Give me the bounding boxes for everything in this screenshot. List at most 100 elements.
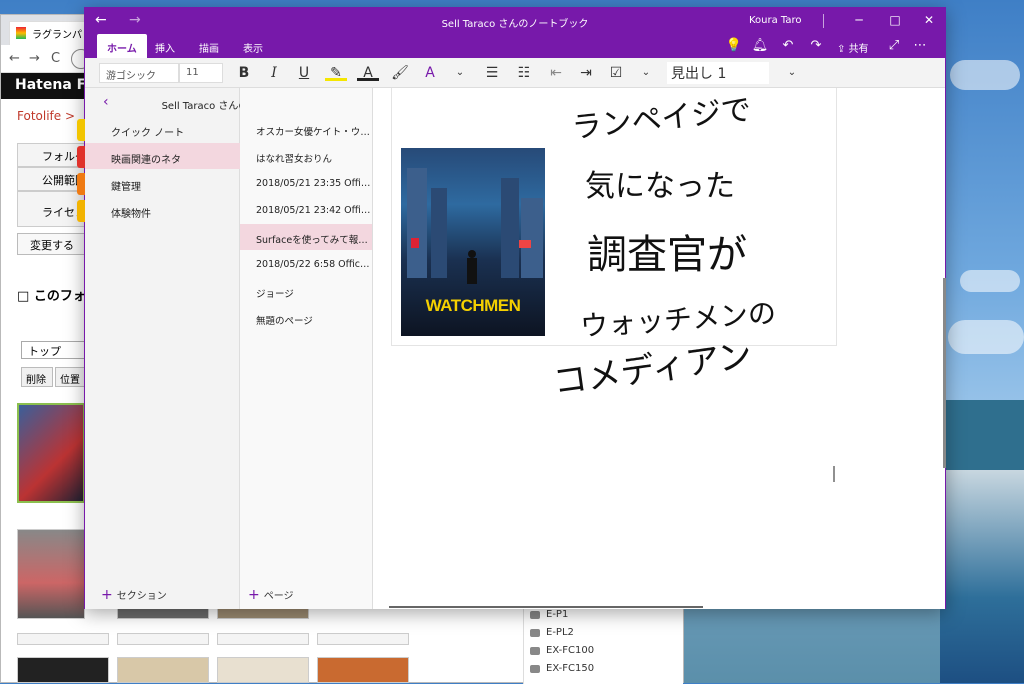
breadcrumb[interactable]: Fotolife >	[17, 109, 75, 123]
camera-list-item[interactable]: E-PL2	[530, 627, 574, 638]
photo-thumbnail[interactable]	[17, 633, 109, 645]
poster-title: WATCHMEN	[425, 296, 521, 315]
change-button[interactable]: 変更する	[17, 233, 87, 255]
font-name-box[interactable]: 游ゴシック	[99, 63, 179, 83]
page-item[interactable]: はなれ習女おりん	[240, 143, 372, 169]
camera-list-item[interactable]: EX-FC150	[530, 663, 594, 674]
more-icon[interactable]: ⋯	[911, 38, 929, 53]
section-item[interactable]: クイック ノート	[77, 116, 240, 142]
add-section-label: セクション	[116, 591, 167, 602]
share-label: 共有	[848, 44, 869, 55]
photo-thumbnail[interactable]	[117, 657, 209, 683]
title-bar: ← → Sell Taraco さんのノートブック Koura Taro ─ □…	[85, 8, 945, 34]
section-list: ‹ Sell Taraco さんのノートブック クイック ノート 映画関連のネタ…	[77, 88, 367, 609]
add-section-button[interactable]: + セクション	[101, 587, 167, 603]
horizontal-scrollbar[interactable]	[389, 606, 703, 608]
fullscreen-icon[interactable]: ⤢	[885, 38, 903, 53]
section-color-tab	[77, 173, 85, 195]
favicon-icon	[16, 27, 26, 39]
page-item[interactable]: ジョージ	[240, 278, 372, 304]
share-icon: ⇪	[837, 44, 849, 55]
font-color-icon[interactable]: A	[357, 63, 379, 81]
page-item[interactable]: 無題のページ	[240, 305, 372, 331]
poster-image[interactable]: WATCHMEN	[401, 148, 545, 336]
bullet-list-icon[interactable]: ☰	[481, 63, 503, 83]
photo-thumbnail[interactable]	[217, 633, 309, 645]
undo-icon[interactable]: ↶	[779, 38, 797, 53]
checkbox-tag-icon[interactable]: ☑	[605, 63, 627, 83]
section-item[interactable]: 映画関連のネタ	[77, 143, 240, 169]
chevron-down-icon[interactable]: ⌄	[635, 63, 657, 83]
section-label: 鍵管理	[111, 182, 141, 193]
format-toolbar: 游ゴシック 11 B I U ✎ A 🖌︎ A ⌄ ☰ ☷ ⇤ ⇥ ☑ ⌄ 見出…	[85, 58, 945, 88]
tab-insert[interactable]: 挿入	[155, 40, 175, 55]
camera-list-item[interactable]: E-P1	[530, 609, 568, 620]
section-label: 映画関連のネタ	[111, 155, 181, 166]
photo-thumbnail[interactable]	[317, 633, 409, 645]
page-item[interactable]: Surfaceを使ってみて報告…	[240, 224, 372, 250]
desktop-sea	[940, 400, 1024, 470]
section-item[interactable]: 鍵管理	[77, 170, 240, 196]
numbered-list-icon[interactable]: ☷	[513, 63, 535, 83]
bell-icon[interactable]: 🔔︎	[751, 38, 769, 53]
clear-format-icon[interactable]: A	[419, 63, 441, 83]
tab-draw[interactable]: 描画	[199, 40, 219, 55]
indent-icon[interactable]: ⇥	[575, 63, 597, 83]
highlight-icon[interactable]: ✎	[325, 63, 347, 81]
back-icon[interactable]: ←	[9, 51, 20, 66]
photo-thumbnail[interactable]	[17, 403, 85, 503]
forward-icon[interactable]: →	[29, 51, 40, 66]
plus-icon: +	[101, 587, 113, 603]
vertical-scrollbar[interactable]	[943, 278, 946, 468]
user-name[interactable]: Koura Taro	[749, 15, 802, 26]
title-separator	[823, 14, 824, 28]
section-label: 体験物件	[111, 209, 151, 220]
section-item[interactable]: 体験物件	[77, 197, 240, 223]
close-icon[interactable]: ✕	[919, 13, 939, 27]
add-page-label: ページ	[263, 591, 294, 602]
bold-icon[interactable]: B	[233, 63, 255, 83]
photo-thumbnail[interactable]	[117, 633, 209, 645]
share-button[interactable]: ⇪ 共有	[837, 40, 869, 55]
page-item[interactable]: 2018/05/22 6:58 Office…	[240, 251, 372, 277]
photo-thumbnail[interactable]	[17, 529, 85, 619]
note-canvas[interactable]: WATCHMEN ランペイジで 気になった 調査官が ウォッチメンの コメディア…	[373, 88, 945, 609]
page-item[interactable]: 2018/05/21 23:35 Offic…	[240, 170, 372, 196]
window-title: Sell Taraco さんのノートブック	[441, 19, 589, 30]
reload-icon[interactable]: C	[51, 51, 60, 66]
minimize-icon[interactable]: ─	[849, 13, 869, 27]
underline-icon[interactable]: U	[293, 63, 315, 83]
tab-view[interactable]: 表示	[243, 40, 263, 55]
font-size-box[interactable]: 11	[179, 63, 223, 83]
folder-select[interactable]: トップ	[21, 341, 85, 359]
section-color-tab	[77, 119, 85, 141]
style-selector[interactable]: 見出し 1	[667, 62, 769, 84]
page-list: オスカー女優ケイト・ウィン… はなれ習女おりん 2018/05/21 23:35…	[240, 88, 373, 609]
outdent-icon[interactable]: ⇤	[545, 63, 567, 83]
camera-list-item[interactable]: EX-FC100	[530, 645, 594, 656]
folder-icon: □	[17, 289, 34, 304]
plus-icon: +	[248, 587, 260, 603]
italic-icon[interactable]: I	[263, 63, 285, 83]
maximize-icon[interactable]: □	[885, 13, 905, 27]
desktop-cloud	[960, 270, 1020, 292]
chevron-left-icon[interactable]: ‹	[103, 94, 109, 110]
redo-icon[interactable]: ↷	[807, 38, 825, 53]
photo-thumbnail[interactable]	[317, 657, 409, 683]
section-label: クイック ノート	[111, 128, 185, 139]
format-painter-icon[interactable]: 🖌︎	[389, 63, 411, 83]
move-button[interactable]: 位置	[55, 367, 85, 387]
camera-list: E-P1 E-PL2 EX-FC100 EX-FC150	[523, 605, 683, 684]
chevron-down-icon[interactable]: ⌄	[781, 63, 803, 83]
page-item[interactable]: 2018/05/21 23:42 Offic…	[240, 197, 372, 223]
desktop-cloud	[950, 60, 1020, 90]
delete-button[interactable]: 削除	[21, 367, 53, 387]
photo-thumbnail[interactable]	[217, 657, 309, 683]
add-page-button[interactable]: + ページ	[248, 587, 294, 603]
tab-home[interactable]: ホーム	[97, 34, 147, 58]
chevron-down-icon[interactable]: ⌄	[449, 63, 471, 83]
page-item[interactable]: オスカー女優ケイト・ウィン…	[240, 116, 372, 142]
lightbulb-icon[interactable]: 💡	[725, 38, 743, 53]
onenote-window: ← → Sell Taraco さんのノートブック Koura Taro ─ □…	[77, 7, 946, 609]
photo-thumbnail[interactable]	[17, 657, 109, 683]
